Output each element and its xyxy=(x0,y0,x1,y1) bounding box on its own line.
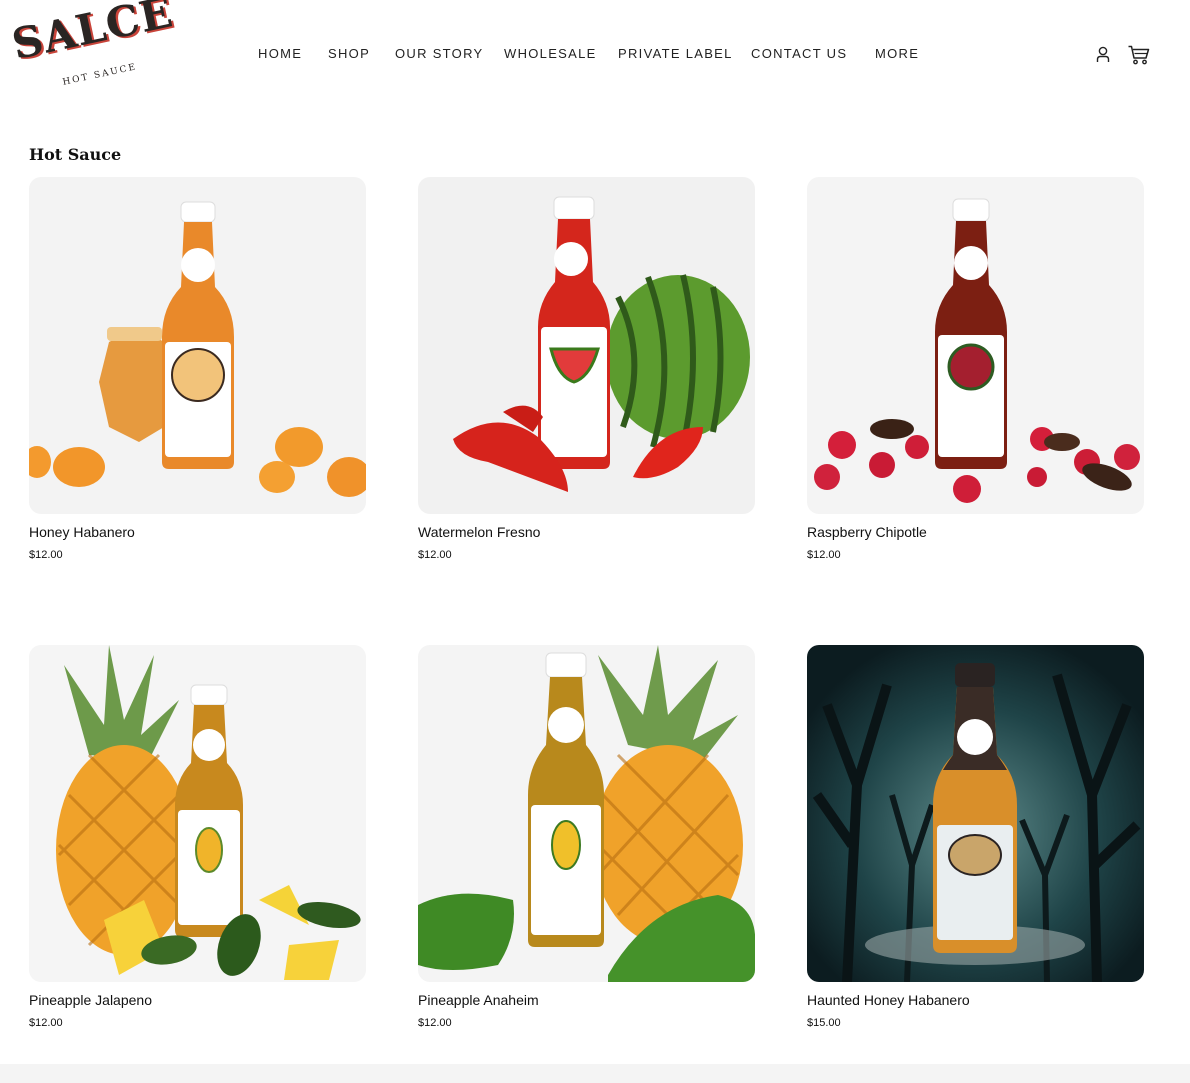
salce-logo[interactable]: SALCE HOT SAUCE xyxy=(8,0,178,100)
product-card-pineapple-jalapeno[interactable]: Pineapple Jalapeno $12.00 xyxy=(29,645,366,1029)
product-price: $12.00 xyxy=(29,549,63,561)
product-card-haunted-honey-habanero[interactable]: Haunted Honey Habanero $15.00 xyxy=(807,645,1144,1029)
product-card-raspberry-chipotle[interactable]: Raspberry Chipotle $12.00 xyxy=(807,177,1144,561)
product-name[interactable]: Raspberry Chipotle xyxy=(807,524,1144,540)
logo-tagline: HOT SAUCE xyxy=(61,62,139,88)
cart-icon[interactable] xyxy=(1127,44,1150,66)
product-image[interactable] xyxy=(418,177,755,514)
product-card-watermelon-fresno[interactable]: Watermelon Fresno $12.00 xyxy=(418,177,755,561)
nav-our-story[interactable]: OUR STORY xyxy=(395,46,484,61)
logo-wordmark: SALCE xyxy=(7,0,178,69)
product-name[interactable]: Pineapple Jalapeno xyxy=(29,992,366,1008)
account-icon[interactable] xyxy=(1093,44,1115,66)
footer-strip xyxy=(0,1064,1190,1083)
nav-contact-us[interactable]: CONTACT US xyxy=(751,46,847,61)
product-image[interactable] xyxy=(807,645,1144,982)
product-price: $12.00 xyxy=(29,1017,63,1029)
nav-private-label[interactable]: PRIVATE LABEL xyxy=(618,46,733,61)
product-price: $12.00 xyxy=(418,549,452,561)
nav-shop[interactable]: SHOP xyxy=(328,46,370,61)
product-card-honey-habanero[interactable]: Honey Habanero $12.00 xyxy=(29,177,366,561)
product-name[interactable]: Honey Habanero xyxy=(29,524,366,540)
site-header: SALCE HOT SAUCE HOME SHOP OUR STORY WHOL… xyxy=(0,0,1190,110)
product-name[interactable]: Haunted Honey Habanero xyxy=(807,992,1144,1008)
product-price: $15.00 xyxy=(807,1017,841,1029)
nav-home[interactable]: HOME xyxy=(258,46,302,61)
product-card-pineapple-anaheim[interactable]: Pineapple Anaheim $12.00 xyxy=(418,645,755,1029)
product-name[interactable]: Watermelon Fresno xyxy=(418,524,755,540)
product-price: $12.00 xyxy=(418,1017,452,1029)
product-price: $12.00 xyxy=(807,549,841,561)
product-image[interactable] xyxy=(807,177,1144,514)
product-image[interactable] xyxy=(29,177,366,514)
section-title: Hot Sauce xyxy=(29,145,122,164)
nav-more[interactable]: MORE xyxy=(875,46,919,61)
nav-wholesale[interactable]: WHOLESALE xyxy=(504,46,597,61)
product-image[interactable] xyxy=(418,645,755,982)
product-name[interactable]: Pineapple Anaheim xyxy=(418,992,755,1008)
product-image[interactable] xyxy=(29,645,366,982)
